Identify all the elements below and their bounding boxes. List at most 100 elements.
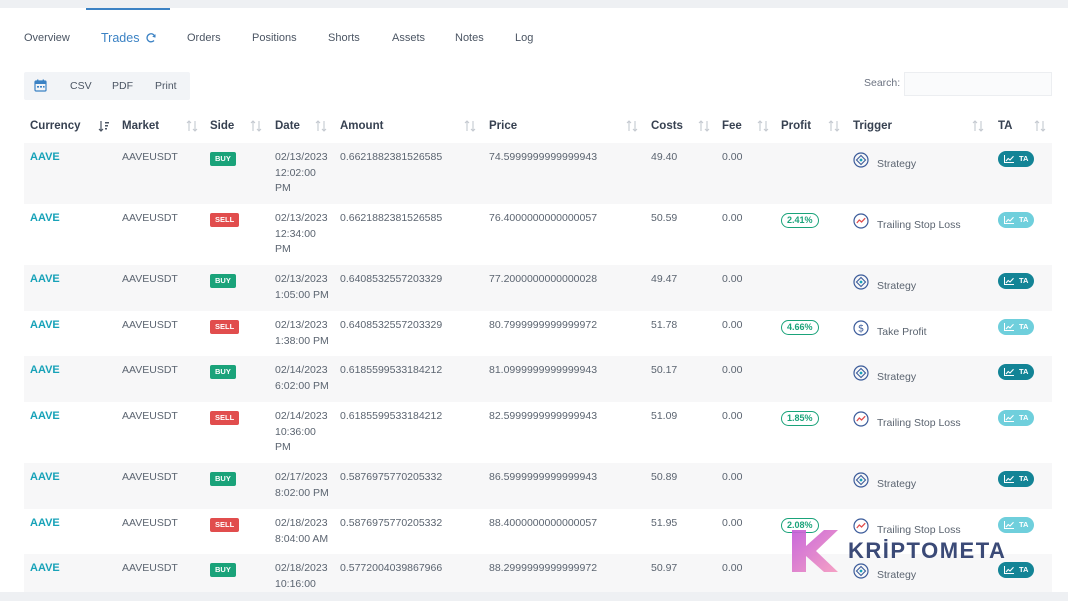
table-row[interactable]: AAVE AAVEUSDT BUY 02/17/2023 8:02:00 PM 0.587…	[24, 463, 1052, 509]
trend-icon	[853, 213, 869, 229]
currency-link[interactable]: AAVE	[30, 318, 60, 334]
print-button[interactable]: Print	[155, 72, 177, 100]
chart-line-icon	[1004, 414, 1014, 422]
column-header-price[interactable]: Price	[489, 109, 517, 143]
currency-link[interactable]: AAVE	[30, 363, 60, 379]
table-row[interactable]: AAVE AAVEUSDT SELL 02/13/2023 12:34:00 PM 0.66…	[24, 204, 1052, 265]
currency-link[interactable]: AAVE	[30, 211, 60, 227]
trigger-label: Trailing Stop Loss	[877, 219, 961, 231]
table-row[interactable]: AAVE AAVEUSDT SELL 02/14/2023 10:36:00 PM 0.61…	[24, 402, 1052, 463]
column-header-market[interactable]: Market	[122, 109, 159, 143]
tab-trades[interactable]: Trades	[86, 8, 170, 64]
currency-link[interactable]: AAVE	[30, 516, 60, 532]
costs-cell: 49.47	[651, 273, 678, 285]
ta-button[interactable]: TA	[998, 319, 1034, 335]
refresh-icon[interactable]	[145, 32, 157, 44]
sort-icon[interactable]	[464, 120, 476, 132]
tab-bar: Overview Trades Orders Positions Shorts …	[0, 8, 1068, 64]
amount-cell: 0.6408532557203329	[340, 273, 443, 285]
tab-label: Overview	[24, 32, 70, 44]
column-header-side[interactable]: Side	[210, 109, 234, 143]
date-line: 02/14/2023	[275, 364, 328, 376]
sort-icon[interactable]	[757, 120, 769, 132]
side-badge: BUY	[210, 472, 236, 486]
fee-cell: 0.00	[722, 410, 743, 422]
watermark-logo: KRİPTOMETA	[790, 526, 1030, 576]
table-row[interactable]: AAVE AAVEUSDT BUY 02/13/2023 1:05:00 PM 0.640…	[24, 265, 1052, 311]
ta-button[interactable]: TA	[998, 364, 1034, 380]
sort-active-icon[interactable]	[98, 120, 110, 132]
side-badge: BUY	[210, 274, 236, 288]
date-line: 02/18/2023	[275, 517, 328, 529]
calendar-icon[interactable]	[34, 79, 47, 92]
table-row[interactable]: AAVE AAVEUSDT SELL 02/13/2023 1:38:00 PM 0.64…	[24, 311, 1052, 356]
sort-icon[interactable]	[315, 120, 327, 132]
search-label: Search:	[864, 77, 901, 89]
price-cell: 80.7999999999999972	[489, 319, 598, 331]
currency-link[interactable]: AAVE	[30, 470, 60, 486]
pdf-button[interactable]: PDF	[112, 72, 133, 100]
side-badge: SELL	[210, 411, 240, 425]
csv-button[interactable]: CSV	[70, 72, 92, 100]
costs-cell: 50.89	[651, 471, 678, 483]
side-badge: SELL	[210, 518, 240, 532]
column-header-date[interactable]: Date	[275, 109, 300, 143]
time-line: 10:16:00	[275, 577, 316, 590]
tab-overview[interactable]: Overview	[24, 8, 70, 64]
market-cell: AAVEUSDT	[122, 517, 178, 529]
sort-icon[interactable]	[626, 120, 638, 132]
sort-icon[interactable]	[1034, 120, 1046, 132]
column-header-trigger[interactable]: Trigger	[853, 109, 892, 143]
profit-badge: 1.85%	[781, 411, 819, 426]
ta-button[interactable]: TA	[998, 471, 1034, 487]
tab-positions[interactable]: Positions	[252, 8, 297, 64]
watermark-text: KRİPTOMETA	[848, 538, 1007, 563]
time-line: 6:02:00 PM	[275, 379, 329, 392]
date-cell: 02/14/2023 6:02:00 PM	[275, 363, 329, 394]
dollar-icon: $	[853, 320, 869, 336]
fee-cell: 0.00	[722, 471, 743, 483]
currency-link[interactable]: AAVE	[30, 409, 60, 425]
currency-link[interactable]: AAVE	[30, 561, 60, 577]
trend-icon	[853, 411, 869, 427]
bottom-strip	[0, 592, 1068, 601]
amount-cell: 0.6408532557203329	[340, 319, 443, 331]
chart-line-icon	[1004, 277, 1014, 285]
column-header-currency[interactable]: Currency	[30, 109, 81, 143]
sort-icon[interactable]	[186, 120, 198, 132]
column-header-amount[interactable]: Amount	[340, 109, 383, 143]
costs-cell: 51.09	[651, 410, 678, 422]
strategy-icon	[853, 152, 869, 168]
currency-link[interactable]: AAVE	[30, 150, 60, 166]
chart-line-icon	[1004, 155, 1014, 163]
ta-button[interactable]: TA	[998, 273, 1034, 289]
tab-shorts[interactable]: Shorts	[328, 8, 360, 64]
ta-button[interactable]: TA	[998, 410, 1034, 426]
ta-button[interactable]: TA	[998, 212, 1034, 228]
chart-line-icon	[1004, 475, 1014, 483]
sort-icon[interactable]	[698, 120, 710, 132]
currency-link[interactable]: AAVE	[30, 272, 60, 288]
profit-badge: 4.66%	[781, 320, 819, 335]
sort-icon[interactable]	[972, 120, 984, 132]
tab-orders[interactable]: Orders	[187, 8, 221, 64]
column-header-profit[interactable]: Profit	[781, 109, 811, 143]
date-line: 02/13/2023	[275, 319, 328, 331]
table-row[interactable]: AAVE AAVEUSDT BUY 02/13/2023 12:02:00 PM 0.662…	[24, 143, 1052, 204]
table-row[interactable]: AAVE AAVEUSDT BUY 02/14/2023 6:02:00 PM 0.618…	[24, 356, 1052, 402]
costs-cell: 50.17	[651, 364, 678, 376]
tab-notes[interactable]: Notes	[455, 8, 484, 64]
side-badge: BUY	[210, 152, 236, 166]
column-header-costs[interactable]: Costs	[651, 109, 683, 143]
tab-log[interactable]: Log	[515, 8, 533, 64]
amount-cell: 0.5876975770205332	[340, 471, 443, 483]
search-input[interactable]	[904, 72, 1052, 96]
ta-button[interactable]: TA	[998, 151, 1034, 167]
sort-icon[interactable]	[828, 120, 840, 132]
tab-label: Assets	[392, 32, 426, 44]
column-header-ta[interactable]: TA	[998, 109, 1012, 143]
sort-icon[interactable]	[250, 120, 262, 132]
market-cell: AAVEUSDT	[122, 562, 178, 574]
column-header-fee[interactable]: Fee	[722, 109, 742, 143]
tab-assets[interactable]: Assets	[392, 8, 425, 64]
